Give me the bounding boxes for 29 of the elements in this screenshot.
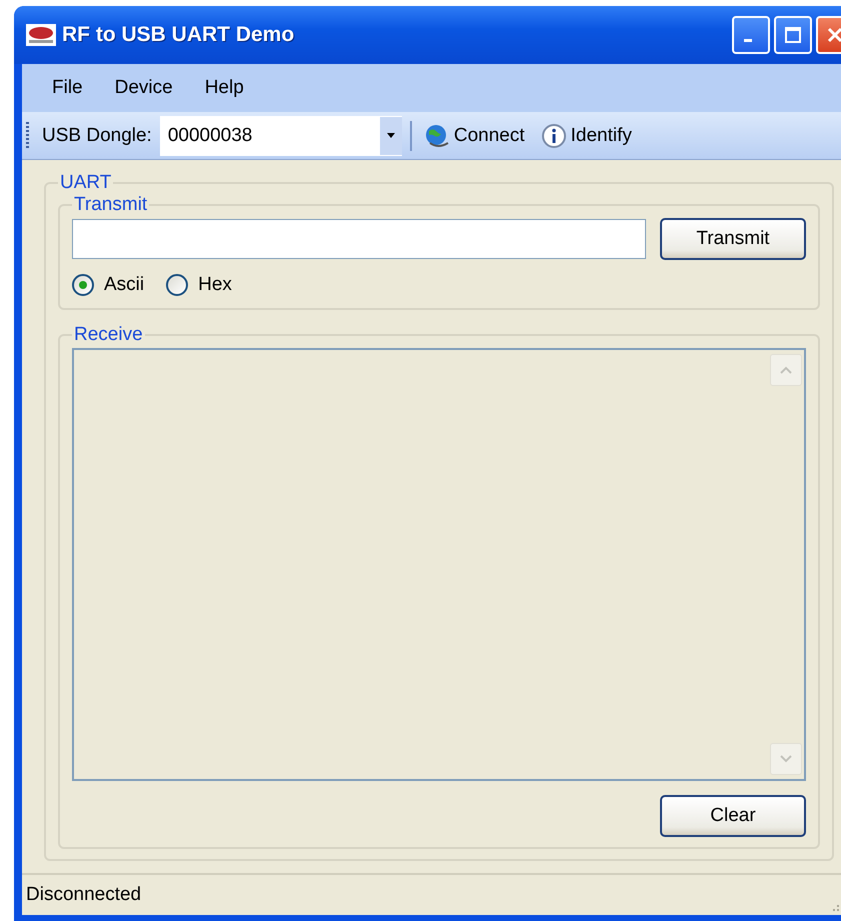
menu-item[interactable]: Help: [190, 73, 258, 103]
maximize-icon: [783, 25, 803, 45]
minimize-button[interactable]: [732, 16, 770, 54]
grip-icon: [26, 122, 30, 150]
group-title: UART: [59, 172, 112, 194]
globe-icon: [424, 122, 450, 148]
dropdown-arrow-icon: [386, 132, 396, 138]
radio-option[interactable]: Hex: [166, 274, 232, 296]
info-icon: [540, 122, 567, 148]
connect-button[interactable]: Connect: [420, 120, 529, 150]
dongle-label: USB Dongle:: [42, 124, 152, 146]
app-logo-icon: [26, 24, 56, 46]
clear-button[interactable]: Clear: [660, 795, 806, 837]
minimize-icon: [744, 38, 752, 42]
scroll-up-icon[interactable]: [770, 354, 802, 386]
maximize-button[interactable]: [774, 16, 812, 54]
window-title: RF to USB UART Demo: [62, 23, 296, 47]
transmit-input-field[interactable]: [72, 219, 646, 259]
transmit-button[interactable]: Transmit: [660, 218, 806, 260]
scroll-down-icon[interactable]: [770, 743, 802, 775]
menu-item[interactable]: File: [38, 73, 97, 103]
radio-option[interactable]: Ascii: [72, 274, 144, 296]
group-title: Receive: [73, 324, 144, 346]
close-icon: [825, 25, 841, 45]
group-title: Transmit: [73, 194, 148, 216]
identify-button[interactable]: Identify: [536, 120, 636, 150]
status-text: Disconnected: [26, 884, 142, 906]
menu-item[interactable]: Device: [100, 73, 187, 103]
dongle-dropdown[interactable]: 00000038: [160, 116, 402, 156]
